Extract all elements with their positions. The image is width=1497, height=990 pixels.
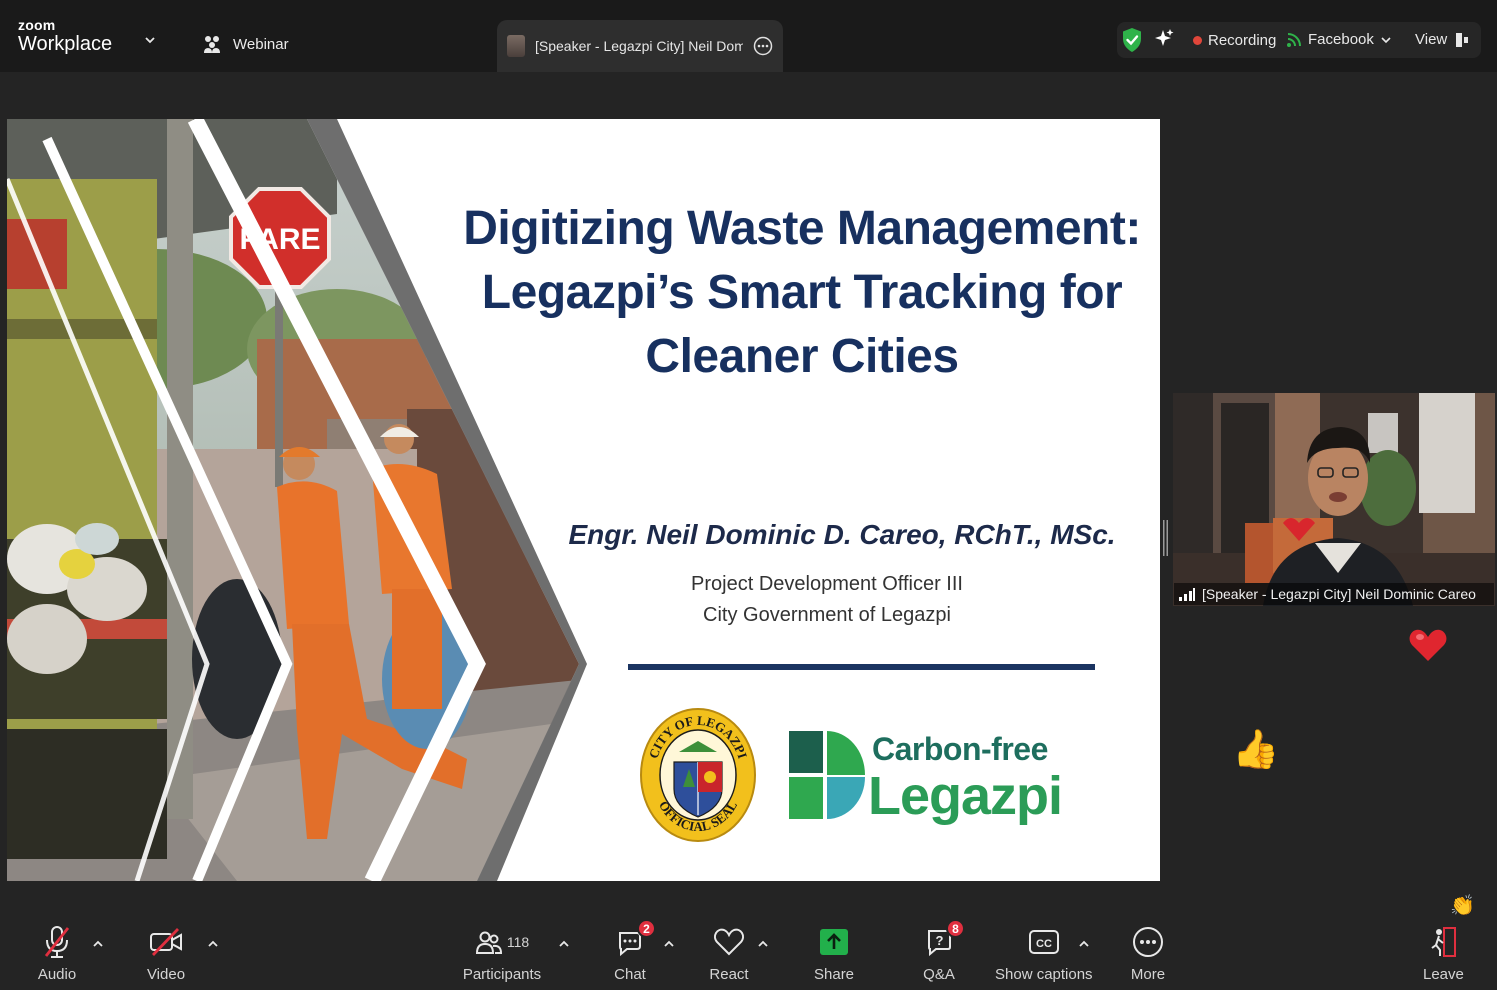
webinar-label: Webinar [233,35,289,53]
microphone-muted-icon [44,926,70,958]
chat-label: Chat [614,966,646,983]
qa-button[interactable]: ? 8 Q&A [919,919,965,983]
livestream-indicator[interactable]: Facebook [1286,31,1392,48]
slide-title: Digitizing Waste Management: Legazpi’s S… [463,202,1141,383]
shared-screen-slide: PARE Digitizing Waste Management: Legazp… [7,119,1160,881]
participants-button[interactable]: 118 Participants [462,922,542,983]
chevron-down-icon[interactable] [143,33,157,47]
recording-dot-icon [1193,36,1202,45]
slide-divider [628,664,1095,670]
more-button[interactable]: More [1128,922,1168,983]
speaker-name: [Speaker - Legazpi City] Neil Dominic Ca… [1202,586,1476,602]
view-layout-icon [1456,32,1469,47]
participants-label: Participants [462,966,542,983]
share-button[interactable]: Share [814,922,854,983]
chat-button[interactable]: 2 Chat [610,919,656,983]
leave-button[interactable]: Leave [1423,922,1464,983]
speaker-video-tile[interactable] [1173,393,1495,606]
view-button[interactable]: View [1415,31,1469,48]
chat-unread-badge: 2 [637,919,656,938]
role-line-2: City Government of Legazpi [703,604,951,626]
closed-captions-icon: CC [1028,930,1059,954]
video-label: Video [146,966,186,983]
audio-options-chevron-icon[interactable] [92,938,104,950]
presenter-role: Project Development Officer III City Gov… [627,569,1027,631]
share-screen-icon [820,929,849,955]
more-label: More [1130,966,1166,983]
ai-sparkle-icon[interactable] [1153,28,1175,50]
speaker-avatar [507,35,525,57]
panel-resize-handle[interactable] [1163,520,1168,556]
participants-options-chevron-icon[interactable] [558,938,570,950]
react-label: React [709,966,749,983]
more-options-icon[interactable] [753,36,773,56]
participants-count: 118 [506,934,530,950]
captions-icon-text: CC [1036,938,1052,950]
webinar-indicator[interactable]: Webinar [201,33,289,55]
clap-reaction-icon: 👏 [1450,895,1475,917]
show-captions-label: Show captions [995,966,1093,983]
share-label: Share [814,966,855,983]
chevron-down-icon [1381,36,1391,43]
chat-options-chevron-icon[interactable] [663,938,675,950]
shield-check-icon[interactable] [1121,27,1143,53]
qa-label: Q&A [923,966,955,983]
view-label: View [1415,31,1448,48]
livestream-label: Facebook [1308,31,1374,48]
audio-button[interactable]: Audio [37,922,77,983]
qa-unread-badge: 8 [946,919,965,938]
leave-door-icon [1431,927,1457,957]
participants-icon [475,931,502,954]
recording-label: Recording [1208,32,1277,49]
leave-label: Leave [1423,966,1464,983]
brand-small-text: zoom [18,17,56,33]
carbon-free-text: Carbon-free [872,731,1048,767]
legazpi-city-seal-logo: CITY OF LEGAZPI OFFICIAL SEAL [640,708,756,842]
signal-strength-icon [1179,588,1195,601]
legazpi-logo-text: Legazpi [868,766,1063,826]
broadcast-icon [1287,32,1301,47]
video-camera-off-icon [150,928,182,956]
svg-text:?: ? [936,933,944,948]
audio-label: Audio [37,966,77,983]
heart-reaction-icon [1409,629,1447,661]
role-line-1: Project Development Officer III [691,573,963,595]
presenter-name: Engr. Neil Dominic D. Careo, RChT., MSc. [568,519,1116,550]
carbon-free-legazpi-logo-mark [789,731,865,819]
react-options-chevron-icon[interactable] [757,938,769,950]
recording-indicator[interactable]: Recording [1193,32,1276,49]
video-button[interactable]: Video [146,922,186,983]
zoom-workplace-logo[interactable]: zoom Workplace [18,18,112,54]
speaker-name-label: [Speaker - Legazpi City] Neil Dominic Ca… [1174,583,1494,605]
show-captions-button[interactable]: CC Show captions [995,922,1093,983]
tab-title: [Speaker - Legazpi City] Neil Dom [535,38,743,54]
webinar-icon [204,36,220,53]
brand-big-text: Workplace [18,33,113,55]
react-button[interactable]: React [709,922,749,983]
more-options-icon [1133,927,1163,957]
video-options-chevron-icon[interactable] [207,938,219,950]
captions-options-chevron-icon[interactable] [1078,938,1090,950]
heart-outline-icon [714,928,744,956]
meeting-tab[interactable]: [Speaker - Legazpi City] Neil Dom [497,20,783,72]
thumbs-up-reaction-icon: 👍 [1232,729,1280,771]
